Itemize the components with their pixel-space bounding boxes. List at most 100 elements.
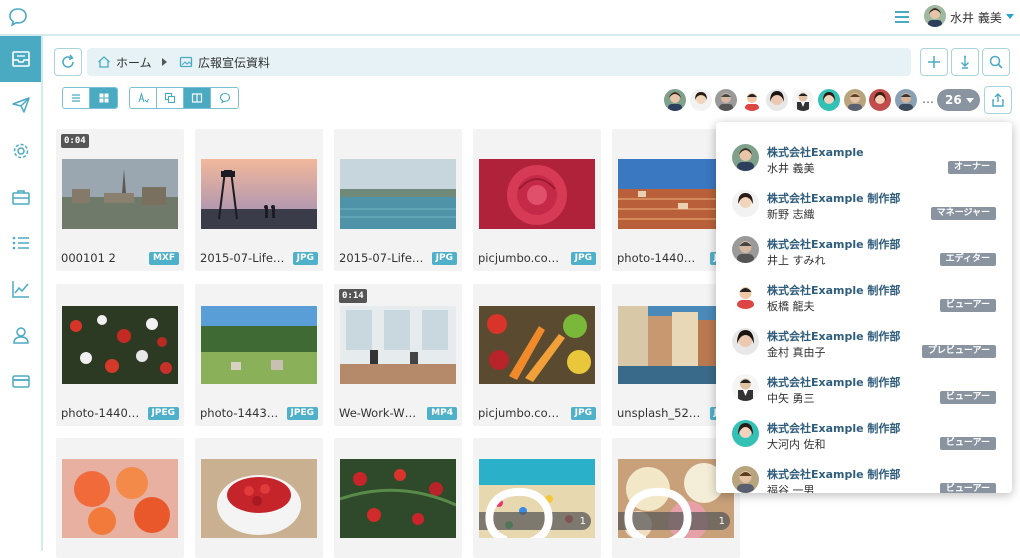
comment-count-badge[interactable]: 1	[618, 487, 730, 538]
add-button[interactable]	[920, 48, 948, 76]
member-avatar[interactable]	[690, 89, 712, 111]
comment-filter-button[interactable]	[211, 88, 238, 108]
file-type-badge: JPG	[431, 252, 457, 265]
grid-view-icon	[99, 93, 108, 103]
refresh-button[interactable]	[54, 48, 82, 76]
breadcrumb: ホーム 広報宣伝資料	[87, 48, 911, 76]
member-avatar[interactable]	[895, 89, 917, 111]
member-list-item[interactable]: 株式会社Example 制作部 井上 すみれ エディター	[716, 228, 1012, 274]
sidebar-item-billing[interactable]	[0, 358, 41, 404]
user-avatar[interactable]	[924, 5, 946, 27]
sidebar-item-inbox[interactable]	[0, 36, 41, 82]
chevron-down-icon[interactable]	[1006, 14, 1014, 19]
search-button[interactable]	[982, 48, 1010, 76]
comment-icon	[485, 487, 553, 538]
upload-icon	[961, 55, 969, 69]
file-card[interactable]: 2015-07-Life… JPG	[334, 129, 462, 271]
file-card[interactable]: 0:14 We-Work-W… MP4	[334, 284, 462, 426]
file-name: unsplash_52…	[617, 406, 701, 420]
file-card[interactable]: 1	[473, 438, 601, 558]
member-avatar	[732, 420, 759, 447]
member-avatar	[732, 144, 759, 171]
member-company: 株式会社Example 制作部	[767, 330, 901, 343]
breadcrumb-home[interactable]: ホーム	[116, 54, 152, 71]
sidebar-item-send[interactable]	[0, 82, 41, 128]
member-avatar	[732, 328, 759, 355]
member-avatar[interactable]	[741, 89, 763, 111]
file-type-badge: JPG	[570, 252, 596, 265]
member-company: 株式会社Example 制作部	[767, 192, 901, 205]
comment-count: 1	[579, 515, 586, 527]
member-list-item[interactable]: 株式会社Example 制作部 大河内 佐和 ビューアー	[716, 412, 1012, 458]
file-thumbnail	[340, 159, 456, 229]
member-count-dropdown[interactable]: 26	[937, 89, 980, 111]
member-name: 水井 義美	[767, 162, 815, 175]
file-type-badge: JPEG	[286, 407, 318, 420]
home-icon[interactable]	[97, 55, 111, 69]
view-mode-toggle	[62, 87, 118, 109]
user-icon	[12, 327, 29, 344]
list-view-button[interactable]	[63, 88, 90, 108]
member-avatar	[732, 236, 759, 263]
member-company: 株式会社Example 制作部	[767, 376, 901, 389]
user-name[interactable]: 水井 義美	[950, 9, 1002, 26]
copy-icon	[164, 92, 176, 104]
file-card[interactable]	[334, 438, 462, 558]
file-card[interactable]: picjumbo.co… JPG	[473, 284, 601, 426]
sidebar-item-list[interactable]	[0, 220, 41, 266]
member-avatar[interactable]	[844, 89, 866, 111]
file-card[interactable]: photo-1443… JPEG	[195, 284, 323, 426]
file-type-badge: MP4	[427, 407, 457, 420]
member-avatar[interactable]	[869, 89, 891, 111]
sidebar-item-settings[interactable]	[0, 128, 41, 174]
member-list-item[interactable]: 株式会社Example 水井 義美 オーナー	[716, 136, 1012, 182]
grid-view-button[interactable]	[90, 88, 117, 108]
preview-book-icon	[191, 93, 203, 103]
file-card[interactable]: 0:04 000101 2 MXF	[56, 129, 184, 271]
sidebar-item-analytics[interactable]	[0, 266, 41, 312]
sidebar-item-users[interactable]	[0, 312, 41, 358]
member-count: 26	[945, 93, 962, 107]
breadcrumb-current-folder[interactable]: 広報宣伝資料	[198, 54, 270, 71]
chat-bubble-logo-icon[interactable]	[8, 7, 28, 27]
member-name: 井上 すみれ	[767, 254, 826, 267]
member-avatar[interactable]	[766, 89, 788, 111]
file-thumbnail	[340, 306, 456, 384]
member-avatar[interactable]	[818, 89, 840, 111]
member-list-item[interactable]: 株式会社Example 制作部 福谷 一男 ビューアー	[716, 458, 1012, 493]
member-list-item[interactable]: 株式会社Example 制作部 板橋 龍夫 ビューアー	[716, 274, 1012, 320]
member-company: 株式会社Example 制作部	[767, 284, 901, 297]
member-list-item[interactable]: 株式会社Example 制作部 中矢 勇三 ビューアー	[716, 366, 1012, 412]
refresh-icon	[62, 54, 74, 68]
file-card[interactable]: 2015-07-Life… JPG	[195, 129, 323, 271]
file-thumbnail	[479, 306, 595, 384]
chart-line-icon	[11, 281, 29, 298]
credit-card-icon	[11, 375, 30, 388]
caret-down-icon	[966, 98, 974, 103]
member-list-item[interactable]: 株式会社Example 制作部 新野 志織 マネージャー	[716, 182, 1012, 228]
menu-icon[interactable]	[893, 8, 911, 26]
member-list-item[interactable]: 株式会社Example 制作部 金村 真由子 プレビューアー	[716, 320, 1012, 366]
sort-alpha-icon	[138, 92, 149, 103]
member-avatar[interactable]	[664, 89, 686, 111]
share-icon	[992, 93, 1004, 107]
file-card[interactable]	[56, 438, 184, 558]
sidebar	[0, 36, 43, 551]
member-name: 大河内 佐和	[767, 438, 826, 451]
file-type-badge: JPEG	[147, 407, 179, 420]
share-button[interactable]	[984, 86, 1012, 114]
preview-button[interactable]	[184, 88, 211, 108]
file-card[interactable]: photo-1440… JPEG	[56, 284, 184, 426]
file-card[interactable]	[195, 438, 323, 558]
member-role-badge: ビューアー	[939, 391, 996, 404]
file-type-badge: JPG	[570, 407, 596, 420]
file-card[interactable]: picjumbo.co… JPG	[473, 129, 601, 271]
upload-button[interactable]	[951, 48, 979, 76]
member-avatar[interactable]	[792, 89, 814, 111]
file-name: We-Work-W…	[339, 406, 417, 420]
sort-name-button[interactable]	[130, 88, 157, 108]
sidebar-item-projects[interactable]	[0, 174, 41, 220]
comment-count-badge[interactable]: 1	[479, 487, 591, 538]
member-avatar[interactable]	[715, 89, 737, 111]
copy-button[interactable]	[157, 88, 184, 108]
